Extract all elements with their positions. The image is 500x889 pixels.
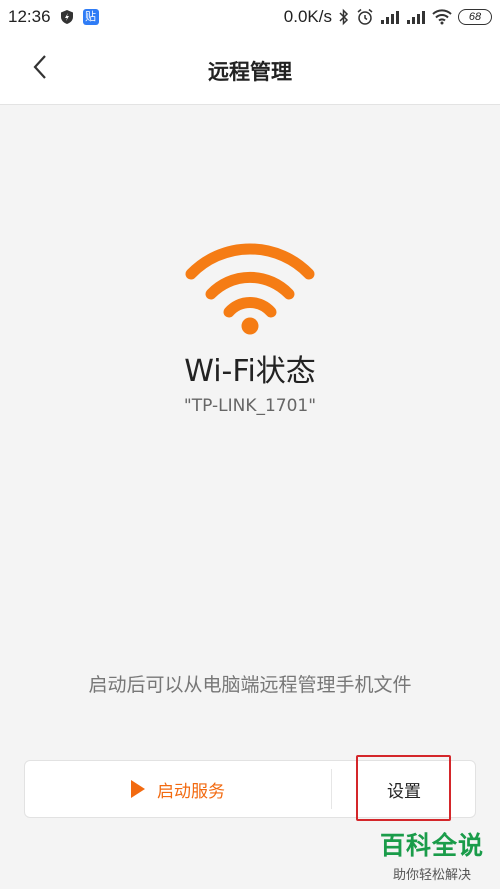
- battery-icon: 68: [458, 9, 492, 25]
- page-title: 远程管理: [208, 60, 292, 84]
- wifi-status-icon: [185, 238, 315, 336]
- header: 远程管理: [0, 34, 500, 105]
- app-badge-icon: 贴: [82, 9, 99, 25]
- shield-lightning-icon: [59, 9, 75, 25]
- status-time: 12:36: [8, 7, 51, 26]
- action-bar: 启动服务 设置: [24, 760, 476, 818]
- settings-button[interactable]: 设置: [332, 761, 476, 817]
- network-ssid: "TP-LINK_1701": [183, 396, 317, 416]
- watermark-subtitle: 助你轻松解决: [392, 868, 471, 883]
- start-service-button[interactable]: 启动服务: [25, 761, 331, 817]
- status-bar: 12:36 贴 0.0K/s 68: [0, 0, 500, 34]
- remote-management-description: 启动后可以从电脑端远程管理手机文件: [88, 674, 412, 696]
- bluetooth-icon: [338, 8, 350, 26]
- start-service-label: 启动服务: [157, 781, 225, 802]
- watermark-title: 百科全说: [379, 831, 484, 860]
- signal-icon: [380, 10, 400, 24]
- watermark-logo: 百科全说 助你轻松解决: [372, 826, 492, 883]
- network-speed: 0.0K/s: [283, 7, 332, 26]
- alarm-icon: [356, 8, 374, 26]
- wifi-icon: [432, 9, 452, 25]
- wifi-status-title: Wi-Fi状态: [184, 354, 316, 389]
- play-icon: [131, 780, 145, 798]
- signal-icon: [406, 10, 426, 24]
